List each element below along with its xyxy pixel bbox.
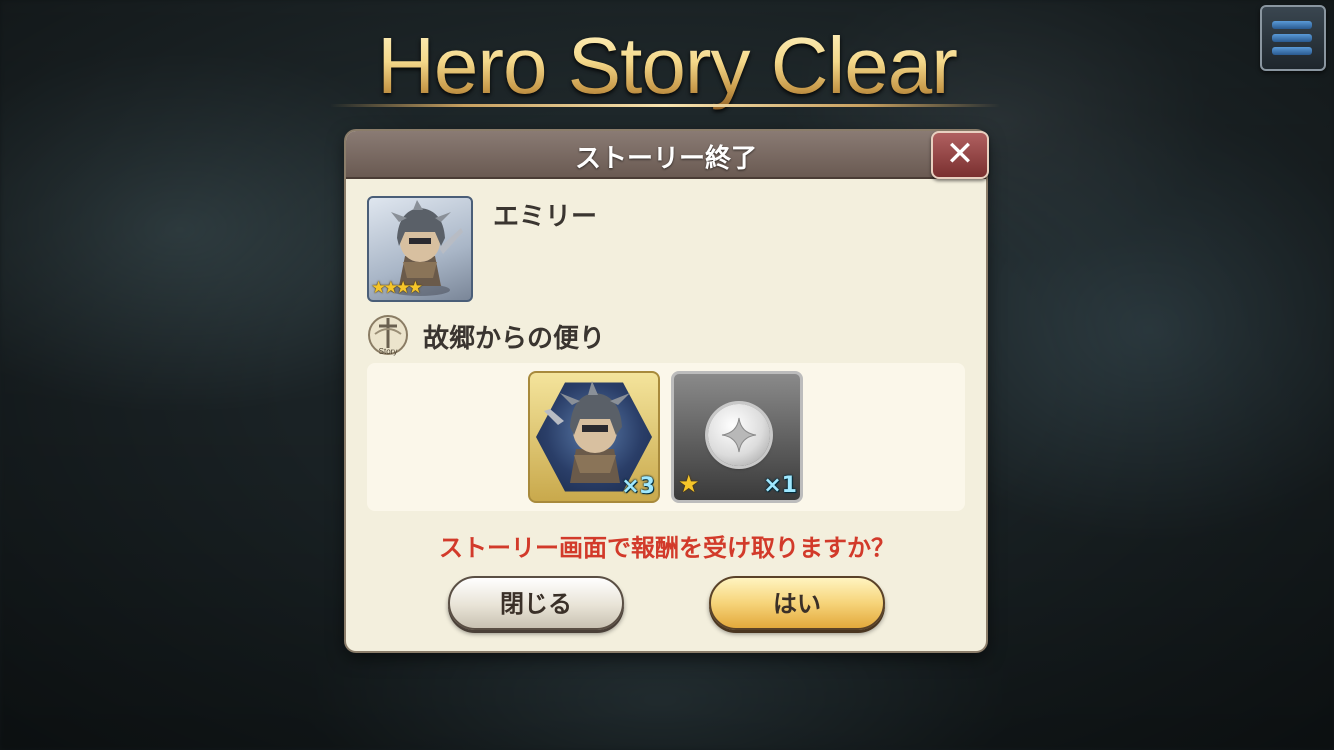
menu-button[interactable]	[1260, 5, 1326, 71]
reward-quantity: ×3	[621, 474, 655, 499]
story-icon-label: Story	[379, 347, 398, 356]
menu-icon-bar	[1272, 34, 1312, 42]
dialog-header: ストーリー終了	[346, 131, 986, 179]
story-title: 故郷からの便り	[423, 324, 606, 354]
story-icon: Story	[367, 314, 409, 356]
close-dialog-button[interactable]: 閉じる	[448, 576, 624, 630]
dialog-title: ストーリー終了	[574, 144, 757, 174]
title-divider	[330, 104, 1000, 107]
rarity-stars: ★★★★	[371, 278, 423, 298]
reward-coin-item[interactable]: ★ ×1	[671, 371, 803, 503]
menu-icon-bar	[1272, 47, 1312, 55]
close-button[interactable]: ✕	[931, 131, 989, 179]
hero-name: エミリー	[493, 202, 598, 232]
menu-icon-bar	[1272, 21, 1312, 29]
hero-portrait[interactable]: ★★★★	[367, 196, 473, 302]
silver-coin-icon	[708, 404, 770, 466]
rarity-star-icon: ★	[678, 470, 700, 498]
reward-panel	[367, 363, 965, 511]
reward-hero-item[interactable]: ×3	[528, 371, 660, 503]
page-title: Hero Story Clear	[0, 20, 1334, 112]
yes-button[interactable]: はい	[709, 576, 885, 630]
confirm-question: ストーリー画面で報酬を受け取りますか？	[439, 534, 895, 562]
reward-quantity: ×1	[763, 473, 797, 498]
